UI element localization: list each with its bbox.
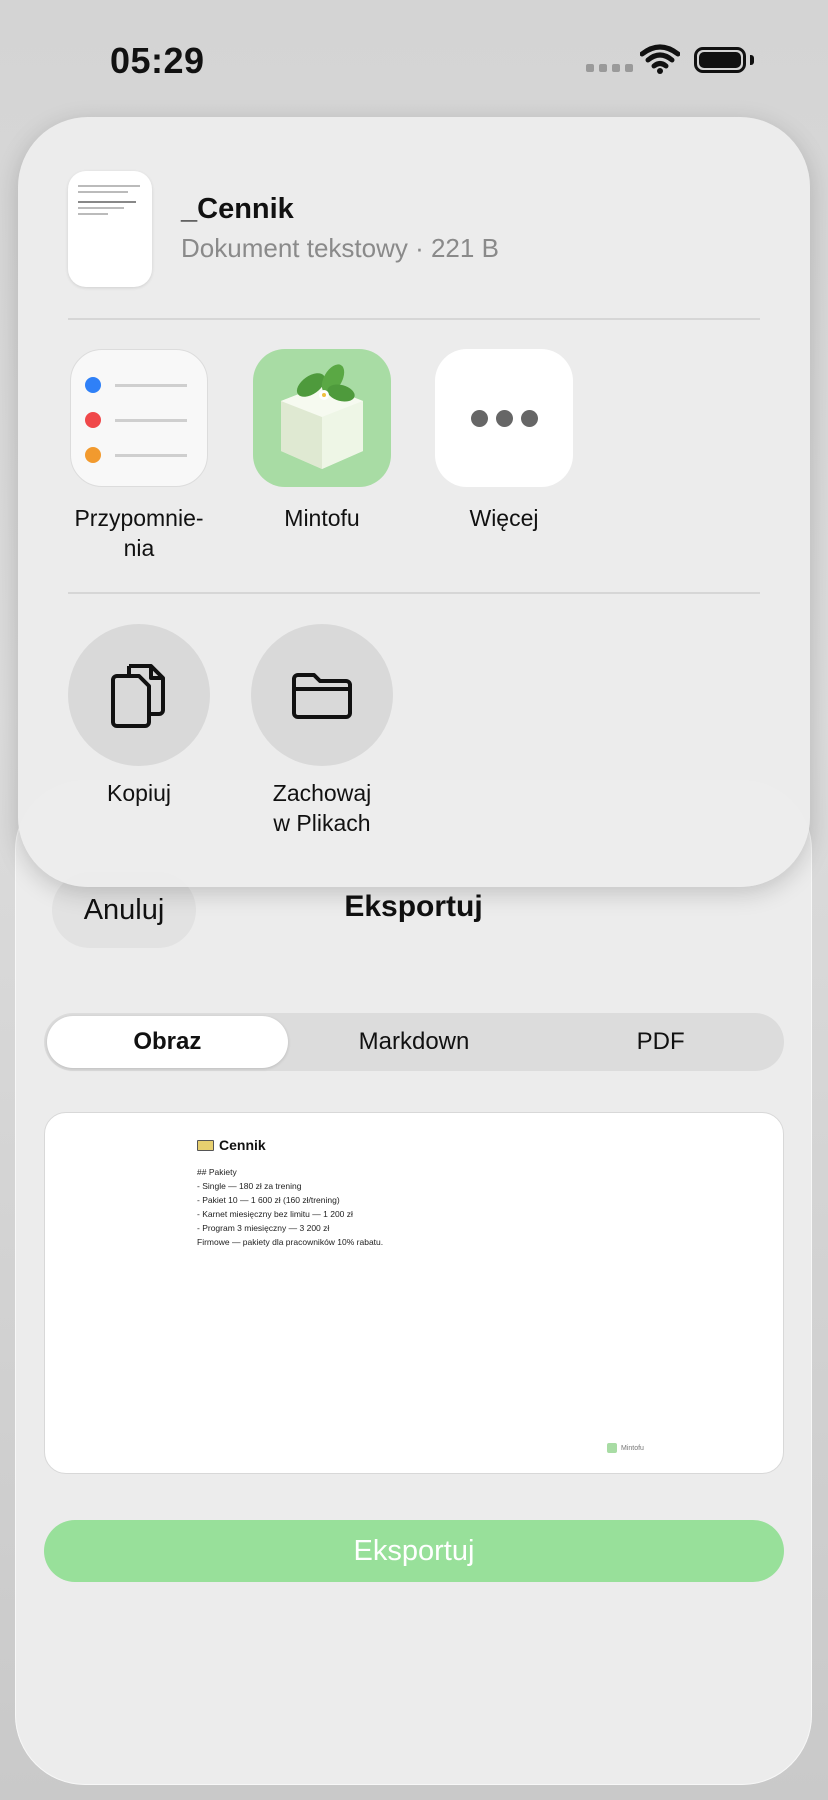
tab-pdf[interactable]: PDF (540, 1016, 781, 1068)
action-copy[interactable]: Kopiuj (64, 624, 214, 808)
document-thumbnail (68, 171, 152, 287)
money-icon (197, 1139, 214, 1151)
preview-title-text: Cennik (219, 1137, 266, 1153)
share-sheet: _Cennik Dokument tekstowy · 221 B Przypo… (18, 117, 810, 887)
tab-image[interactable]: Obraz (47, 1016, 288, 1068)
preview-content: ## Pakiety - Single — 180 zł za trening … (197, 1165, 383, 1249)
share-app-more[interactable]: Więcej (434, 349, 574, 533)
divider (68, 318, 760, 320)
export-preview: Cennik ## Pakiety - Single — 180 zł za t… (44, 1112, 784, 1474)
app-label: Przypomnie- nia (74, 505, 204, 561)
folder-icon (251, 624, 393, 766)
copy-icon (68, 624, 210, 766)
export-sheet: Anuluj Eksportuj Obraz Markdown PDF Cenn… (15, 780, 812, 1785)
document-meta: Dokument tekstowy · 221 B (181, 233, 499, 263)
preview-title: Cennik (197, 1137, 266, 1153)
preview-line: - Pakiet 10 — 1 600 zł (160 zł/trening) (197, 1195, 340, 1205)
status-time: 05:29 (110, 40, 205, 81)
sheet-title: Eksportuj (344, 890, 483, 923)
preview-footer: Mintofu (607, 1443, 644, 1453)
app-label: Więcej (469, 505, 539, 531)
battery-cap (750, 55, 754, 65)
mintofu-logo-icon (607, 1443, 617, 1453)
app-label: Mintofu (284, 505, 360, 531)
more-icon (435, 349, 573, 487)
preview-line: - Karnet miesięczny bez limitu — 1 200 z… (197, 1209, 353, 1219)
reminders-icon (70, 349, 208, 487)
document-name: _Cennik (181, 193, 294, 225)
share-app-mintofu[interactable]: Mintofu (252, 349, 392, 533)
status-bar: 05:29 (0, 0, 828, 120)
battery-icon (694, 47, 746, 73)
preview-line: - Single — 180 zł za trening (197, 1181, 302, 1191)
wifi-icon (640, 44, 680, 74)
action-label: Kopiuj (107, 780, 171, 806)
cellular-signal-icon (586, 64, 633, 72)
preview-line: Firmowe — pakiety dla pracowników 10% ra… (197, 1237, 384, 1247)
export-button[interactable]: Eksportuj (44, 1520, 784, 1582)
preview-line: ## Pakiety (197, 1167, 237, 1177)
tab-markdown[interactable]: Markdown (294, 1016, 535, 1068)
action-save-to-files[interactable]: Zachowaj w Plikach (247, 624, 397, 838)
preview-line: - Program 3 miesięczny — 3 200 zł (197, 1223, 330, 1233)
action-label: Zachowaj w Plikach (272, 780, 372, 836)
preview-footer-text: Mintofu (621, 1444, 644, 1452)
divider (68, 592, 760, 594)
share-app-reminders[interactable]: Przypomnie- nia (69, 349, 209, 563)
format-segmented-control: Obraz Markdown PDF (44, 1013, 784, 1071)
mintofu-app-icon (253, 349, 391, 487)
